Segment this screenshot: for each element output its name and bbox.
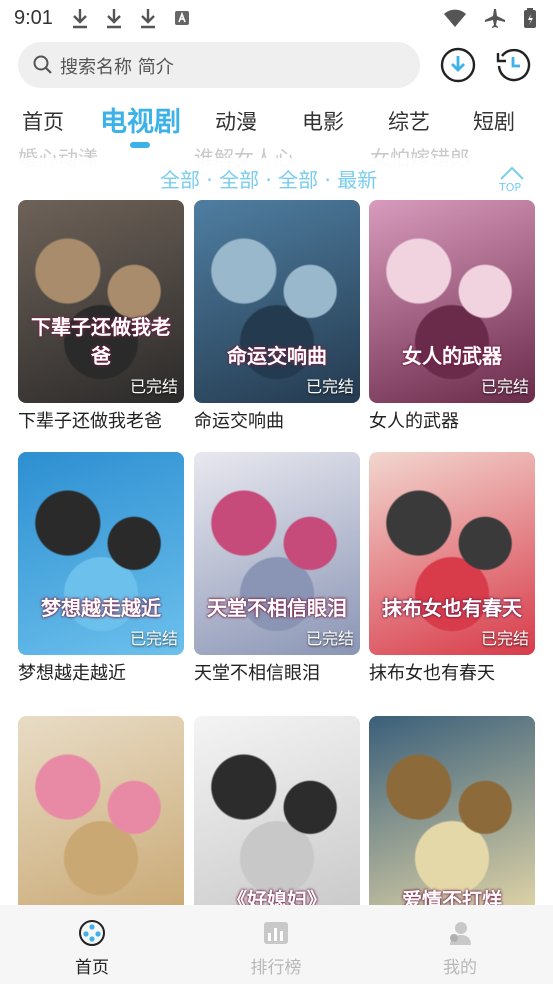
finished-badge: 已完结	[480, 377, 529, 396]
poster-caption: 抹布女也有春天	[382, 596, 522, 620]
notification-icons	[70, 7, 192, 29]
show-card[interactable]	[18, 716, 184, 919]
poster-caption: 梦想越走越近	[41, 596, 161, 620]
nav-profile-label: 我的	[443, 958, 477, 978]
show-poster[interactable]: 天堂不相信眼泪已完结	[194, 452, 360, 655]
status-bar: 9:01	[0, 0, 553, 38]
finished-badge: 已完结	[129, 377, 178, 396]
show-poster[interactable]: 梦想越走越近已完结	[18, 452, 184, 655]
top-label: TOP	[499, 181, 522, 194]
chevron-up-icon	[500, 166, 524, 180]
show-poster[interactable]: 下辈子还做我老爸已完结	[18, 200, 184, 403]
show-poster[interactable]: 女人的武器已完结	[369, 200, 535, 403]
tab-tv-series[interactable]: 电视剧	[100, 100, 181, 139]
tab-variety[interactable]: 综艺	[388, 106, 430, 136]
bar-chart-icon	[264, 922, 288, 944]
filter-bar: 全部 · 全部 · 全部 · 最新 TOP	[0, 158, 553, 200]
category-tabs: 首页 电视剧 动漫 电影 综艺 短剧	[0, 96, 553, 148]
nav-home-label: 首页	[75, 958, 109, 978]
show-card[interactable]: 天堂不相信眼泪 已完结 天堂不相信眼泪	[194, 452, 360, 684]
download-icon	[141, 9, 155, 29]
poster-caption: 下辈子还做我老爸	[31, 315, 171, 368]
nav-ranking-label: 排行榜	[250, 958, 302, 978]
wifi-icon	[444, 9, 466, 27]
show-title[interactable]: 命运交响曲	[194, 407, 284, 433]
poster-caption: 天堂不相信眼泪	[207, 596, 347, 620]
poster-caption: 女人的武器	[402, 344, 502, 368]
show-poster[interactable]	[18, 716, 184, 919]
system-icons	[443, 7, 537, 29]
show-title[interactable]: 天堂不相信眼泪	[194, 659, 320, 685]
back-to-top-button[interactable]: TOP	[497, 163, 527, 197]
show-title[interactable]: 下辈子还做我老爸	[18, 407, 162, 433]
finished-badge: 已完结	[305, 377, 354, 396]
show-title[interactable]: 梦想越走越近	[18, 659, 126, 685]
show-card[interactable]: 《好媳妇》	[194, 716, 360, 919]
battery-icon	[524, 8, 536, 28]
search-icon	[33, 55, 52, 74]
tab-movies[interactable]: 电影	[302, 106, 344, 136]
finished-badge: 已完结	[129, 629, 178, 648]
tab-home[interactable]: 首页	[22, 106, 64, 136]
download-icon	[107, 9, 121, 29]
show-card[interactable]: 命运交响曲 已完结 命运交响曲	[194, 200, 360, 432]
show-card[interactable]: 女人的武器 已完结 女人的武器	[369, 200, 535, 432]
show-card[interactable]: 爱情不打烊	[369, 716, 535, 919]
show-poster[interactable]: 命运交响曲已完结	[194, 200, 360, 403]
user-icon	[450, 922, 471, 945]
finished-badge: 已完结	[480, 629, 529, 648]
show-title[interactable]: 抹布女也有春天	[369, 659, 495, 685]
bottom-navigation: 首页 排行榜 我的	[0, 905, 553, 984]
airplane-icon	[485, 9, 505, 28]
tab-anime[interactable]: 动漫	[215, 106, 257, 136]
search-placeholder: 搜索名称 简介	[60, 57, 174, 78]
tab-short-drama[interactable]: 短剧	[473, 106, 515, 136]
show-card[interactable]: 抹布女也有春天 已完结 抹布女也有春天	[369, 452, 535, 684]
filter-summary[interactable]: 全部 · 全部 · 全部 · 最新	[160, 164, 377, 193]
show-card[interactable]: 梦想越走越近 已完结 梦想越走越近	[18, 452, 184, 684]
show-card[interactable]: 下辈子还做我老爸 已完结 下辈子还做我老爸	[18, 200, 184, 432]
show-poster[interactable]: 爱情不打烊	[369, 716, 535, 919]
status-time: 9:01	[14, 7, 53, 29]
search-input[interactable]: 搜索名称 简介	[18, 42, 420, 88]
finished-badge: 已完结	[305, 629, 354, 648]
poster-caption: 命运交响曲	[227, 344, 327, 368]
download-icon	[73, 9, 87, 29]
download-manager-icon[interactable]	[440, 47, 476, 83]
show-poster[interactable]: 《好媳妇》	[194, 716, 360, 919]
a-icon	[175, 11, 189, 25]
show-title[interactable]: 女人的武器	[369, 407, 459, 433]
film-reel-icon	[79, 920, 105, 946]
history-icon[interactable]	[495, 47, 531, 83]
show-poster[interactable]: 抹布女也有春天已完结	[369, 452, 535, 655]
